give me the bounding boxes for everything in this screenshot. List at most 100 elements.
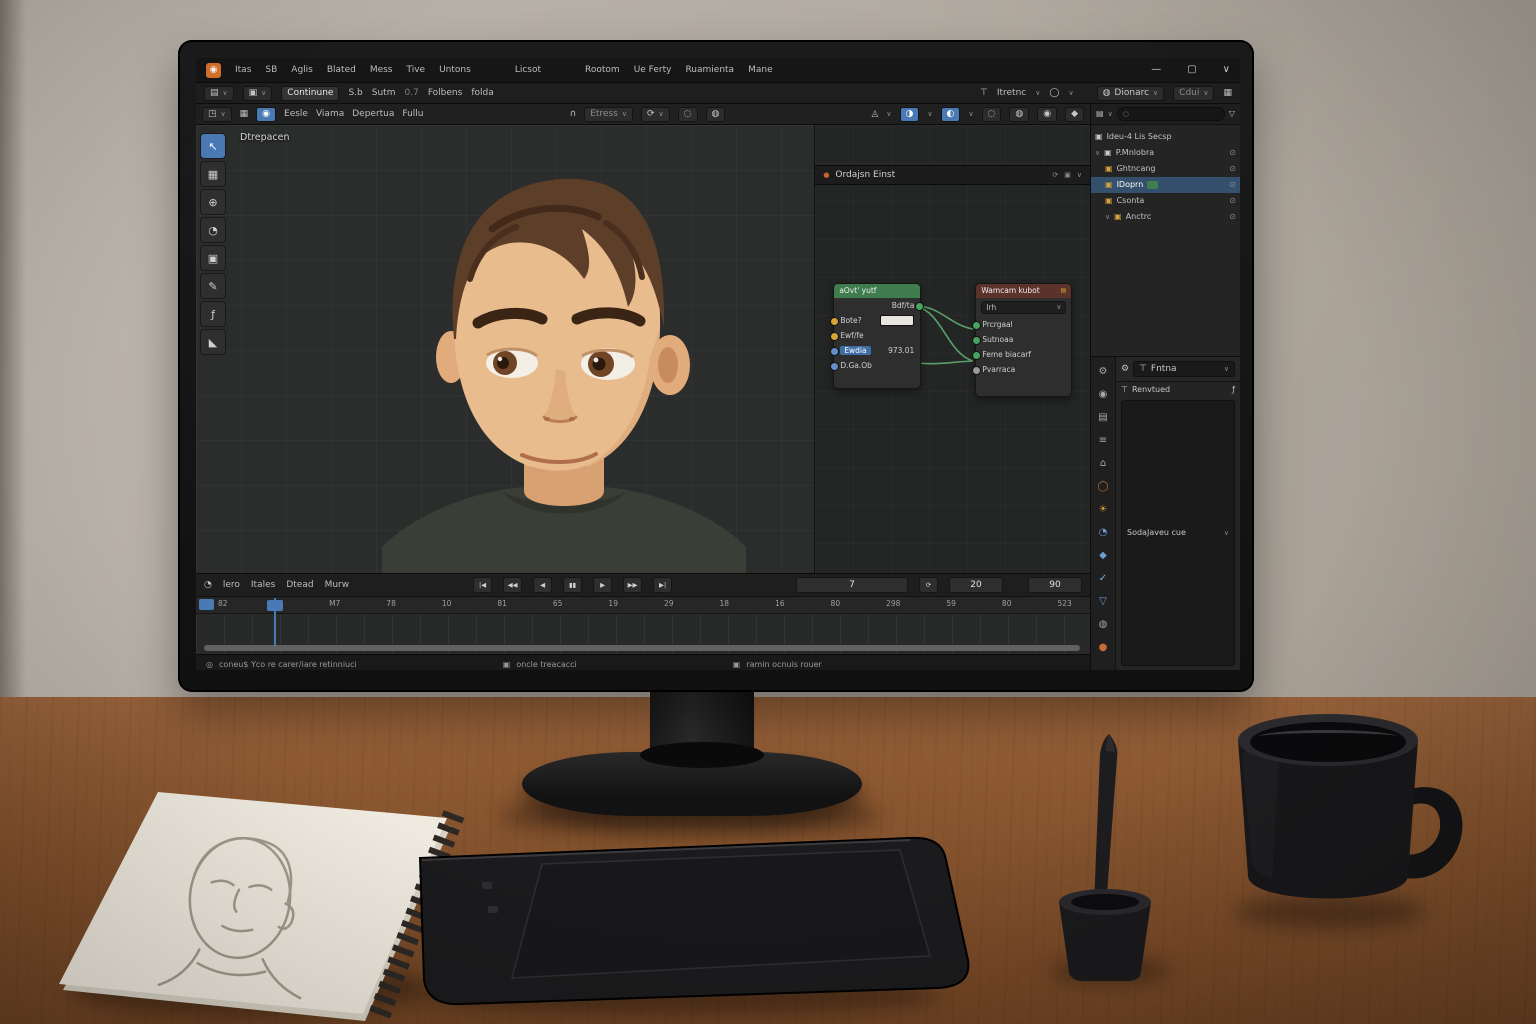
next-keyframe-button[interactable]: ▶▶ xyxy=(623,577,642,593)
workspace-tab-active[interactable]: Continune xyxy=(281,86,339,101)
displacement-socket[interactable] xyxy=(972,351,981,360)
viewport-menu-view[interactable]: Eesle xyxy=(284,110,308,119)
shading-solid2-button[interactable]: ◍ xyxy=(1009,107,1029,122)
timeline-scrollbar[interactable] xyxy=(204,645,1080,651)
tool-rotate-button[interactable]: ◔ xyxy=(200,217,226,243)
snap-dropdown[interactable]: Etress∨ xyxy=(584,107,633,122)
shading-render-button[interactable]: ◆ xyxy=(1065,107,1084,122)
viewport-editor-dropdown[interactable]: ◳∨ xyxy=(202,107,232,122)
output-node-header[interactable]: Wamcam kubot ▤ xyxy=(976,284,1071,298)
tab-particles[interactable]: ☀ xyxy=(1093,499,1113,520)
selected-input-field[interactable]: Ewdia xyxy=(840,346,870,356)
filter-icon[interactable]: ▽ xyxy=(1229,110,1235,118)
timeline-menu-playback[interactable]: Dtead xyxy=(286,581,313,590)
frame-start-field[interactable]: 20 xyxy=(949,577,1003,593)
shading-preview-button[interactable]: ◉ xyxy=(1037,107,1057,122)
viewport-grid-icon[interactable]: ▦ xyxy=(240,110,249,119)
tool-select-button[interactable]: ↖ xyxy=(200,133,226,159)
tab-object-data[interactable]: ▽ xyxy=(1093,591,1113,612)
tab-view-layer[interactable]: ≡ xyxy=(1093,430,1113,451)
tab-texture[interactable]: ◍ xyxy=(1093,614,1113,635)
tool-annotate-button[interactable]: ✎ xyxy=(200,273,226,299)
breadcrumb-dropdown[interactable]: ⊤ Fntna ∨ xyxy=(1133,361,1235,377)
viewport-menu-add[interactable]: Depertua xyxy=(352,110,394,119)
input-value[interactable]: 973.01 xyxy=(888,347,914,355)
bsdf-node[interactable]: aOvt' yutf Bdf/ta Bote? xyxy=(833,283,921,389)
tab-physics[interactable]: ◔ xyxy=(1093,522,1113,543)
tab-tool[interactable]: ⚙ xyxy=(1093,361,1113,382)
viewport-menu-select[interactable]: Viama xyxy=(316,110,344,119)
visibility-icon[interactable]: ⊙ xyxy=(1229,197,1236,205)
menu-extra-1[interactable]: Ue Ferty xyxy=(634,66,672,75)
tool-measure-button[interactable]: ◣ xyxy=(200,329,226,355)
jump-end-button[interactable]: ▶| xyxy=(653,577,672,593)
target-dropdown[interactable]: Irh∨ xyxy=(981,301,1066,314)
tab-modifiers[interactable]: ◆ xyxy=(1093,545,1113,566)
minimize-button[interactable]: — xyxy=(1151,65,1161,75)
timeline-tracks[interactable] xyxy=(196,614,1090,654)
tool-add-button[interactable]: ⊕ xyxy=(200,189,226,215)
autokey-toggle[interactable] xyxy=(199,599,214,610)
menu-edit[interactable]: SB xyxy=(265,66,277,75)
menu-extra-3[interactable]: Mane xyxy=(748,66,773,75)
close-button[interactable]: ∨ xyxy=(1223,65,1230,75)
timeline-ruler[interactable]: 8236 M778 1081 6519 2918 1680 29859 8052… xyxy=(196,597,1090,614)
tool-cursor-button[interactable]: ▦ xyxy=(200,161,226,187)
outliner-row-collection[interactable]: ∨ ▣ P.Mnlobra ⊙ xyxy=(1091,145,1240,161)
volume-socket[interactable] xyxy=(972,336,981,345)
color-swatch[interactable] xyxy=(880,315,914,326)
menu-view[interactable]: Tive xyxy=(407,66,426,75)
outliner-row-object-2[interactable]: ▣ Csonta ⊙ xyxy=(1091,193,1240,209)
input-socket-3[interactable] xyxy=(830,347,839,356)
tool-curve-button[interactable]: ƒ xyxy=(200,301,226,327)
maximize-button[interactable]: ▢ xyxy=(1187,65,1196,75)
outliner-search-input[interactable]: ○ xyxy=(1117,107,1225,121)
clock-icon[interactable]: ◔ xyxy=(204,581,212,590)
editor-type-dropdown[interactable]: ▤∨ xyxy=(204,86,234,101)
base-color-socket[interactable] xyxy=(830,317,839,326)
menu-mesh[interactable]: Mess xyxy=(370,66,393,75)
orientation-icon[interactable]: ◯ xyxy=(1049,89,1059,98)
input-socket-4[interactable] xyxy=(830,362,839,371)
thickness-socket[interactable] xyxy=(972,366,981,375)
outliner-row-selected[interactable]: ▣ IDoprn ⊙ xyxy=(1091,177,1240,193)
surface-socket[interactable] xyxy=(972,321,981,330)
shading-solid-button[interactable]: ◌ xyxy=(678,107,698,122)
workspace-tab-4[interactable]: Folbens xyxy=(428,89,463,98)
transform-pivot-dropdown[interactable]: Itretnc xyxy=(997,89,1026,98)
shading-wire-button[interactable]: ◌ xyxy=(982,107,1002,122)
tab-output[interactable]: ▤ xyxy=(1093,407,1113,428)
proportional-edit-dropdown[interactable]: ⟳∨ xyxy=(641,107,670,122)
timeline-menu-keying[interactable]: Murw xyxy=(325,581,350,590)
frame-end-field[interactable]: 90 xyxy=(1028,577,1082,593)
menu-help[interactable]: Rootom xyxy=(585,66,620,75)
workspace-tab-3[interactable]: 0.7 xyxy=(404,89,418,98)
visibility-icon[interactable]: ⊙ xyxy=(1229,213,1236,221)
visibility-icon[interactable]: ⊙ xyxy=(1229,181,1236,189)
playhead-flag[interactable] xyxy=(267,600,283,611)
play-reverse-button[interactable]: ◀ xyxy=(533,577,552,593)
workspace-tab-1[interactable]: S.b xyxy=(348,89,362,98)
play-button[interactable]: ▶ xyxy=(593,577,612,593)
viewport-menu-object[interactable]: Fullu xyxy=(402,110,423,119)
visibility-icon[interactable]: ⊙ xyxy=(1229,165,1236,173)
tool-transform-button[interactable]: ▣ xyxy=(200,245,226,271)
menu-add[interactable]: Aglis xyxy=(291,66,313,75)
grid-toggle-icon[interactable]: ▦ xyxy=(1223,89,1232,98)
sync-icon[interactable]: ⟳ xyxy=(919,577,938,593)
menu-file[interactable]: Itas xyxy=(235,66,251,75)
outliner-row-object-1[interactable]: ▣ Ghtncang ⊙ xyxy=(1091,161,1240,177)
workspace-tab-2[interactable]: Sutm xyxy=(372,89,396,98)
modifier-row[interactable]: ⊤ Renvtued ƒ xyxy=(1121,386,1235,394)
playhead[interactable] xyxy=(274,598,276,646)
mode-dropdown[interactable]: ▣∨ xyxy=(243,86,273,101)
pause-button[interactable]: ▮▮ xyxy=(563,577,582,593)
workspace-tab-5[interactable]: folda xyxy=(471,89,493,98)
scene-dropdown[interactable]: ◍ Dionarc∨ xyxy=(1097,86,1165,101)
tab-scene[interactable]: ⌂ xyxy=(1093,453,1113,474)
jump-start-button[interactable]: |◀ xyxy=(473,577,492,593)
xray-toggle-button[interactable]: ◐ xyxy=(941,107,961,122)
app-logo-icon[interactable]: ◉ xyxy=(206,63,221,78)
outliner-row-scene[interactable]: ▣ Ideu-4 Lis Secsp xyxy=(1091,129,1240,145)
current-frame-field[interactable]: 7 xyxy=(796,577,908,593)
